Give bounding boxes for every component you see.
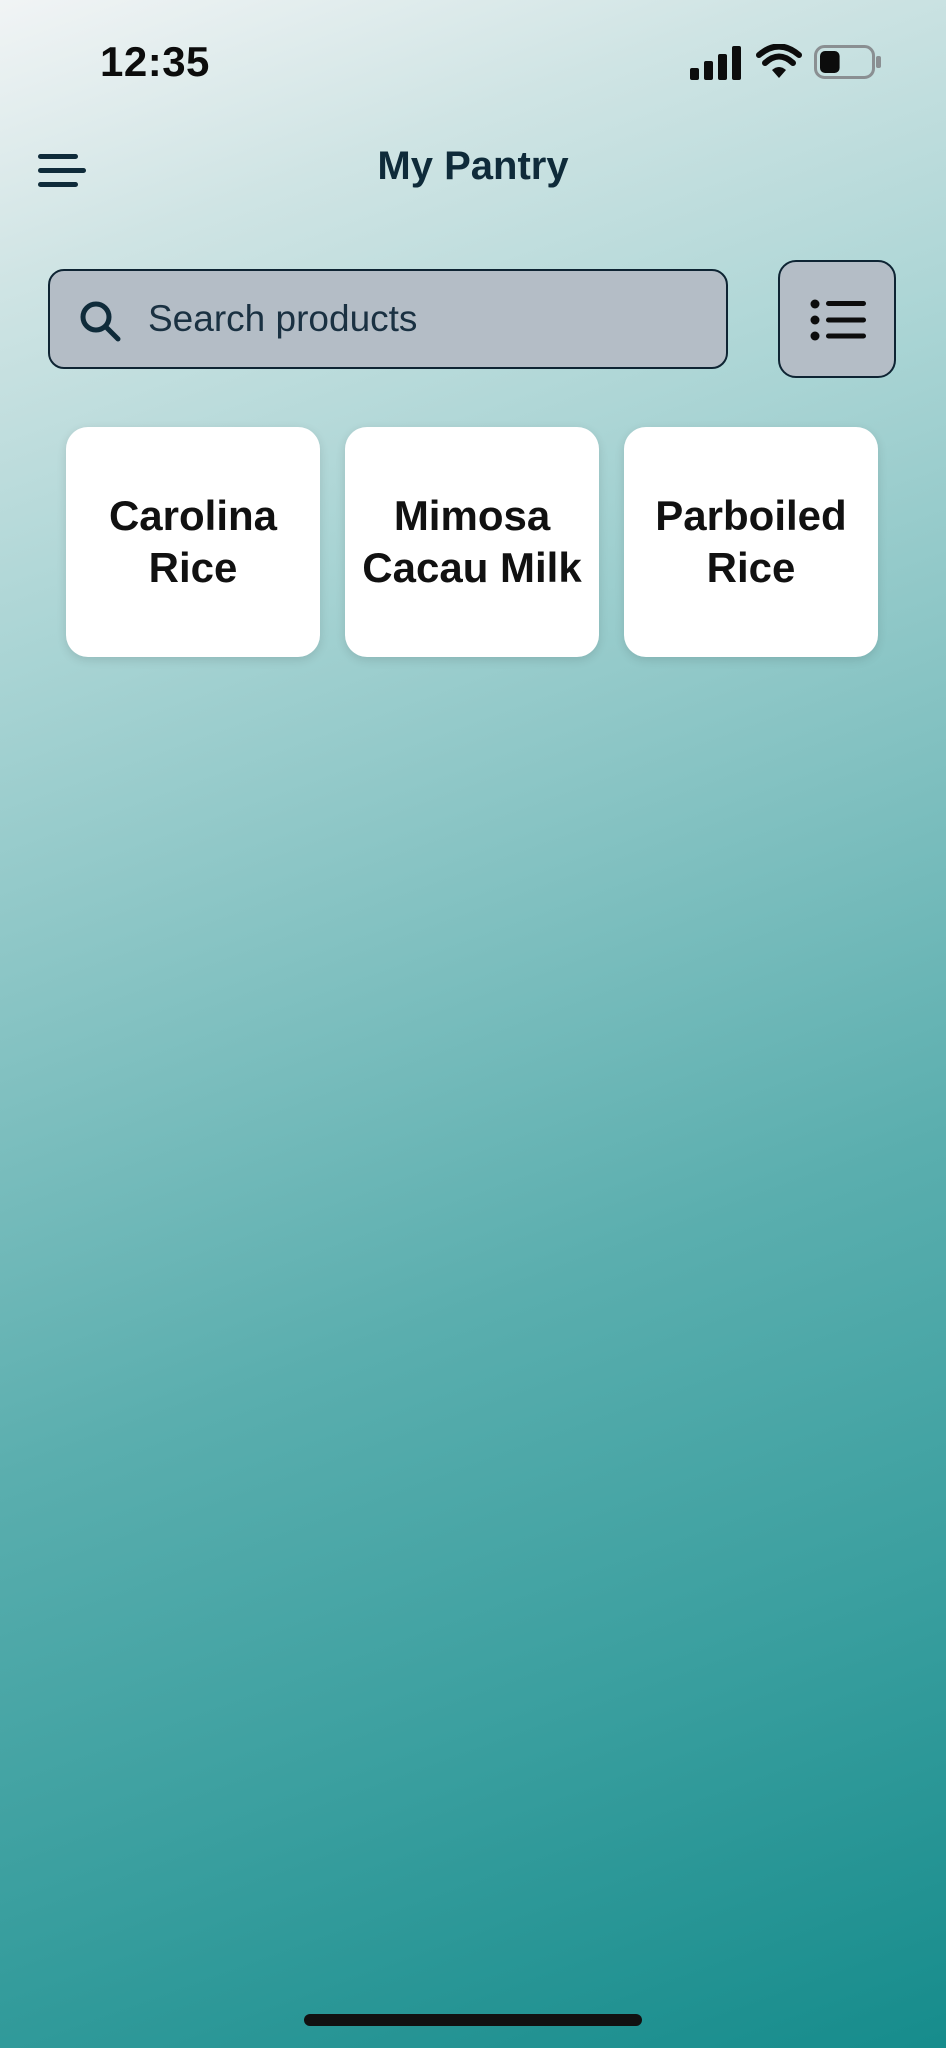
cellular-signal-icon [690, 46, 741, 80]
product-name: Mimosa Cacau Milk [362, 492, 582, 591]
battery-icon [814, 45, 881, 79]
product-grid: Carolina Rice Mimosa Cacau Milk Parboile… [66, 427, 880, 657]
home-indicator [304, 2014, 642, 2026]
product-name: Parboiled Rice [655, 492, 847, 591]
list-view-icon [810, 299, 866, 341]
search-input[interactable] [148, 271, 708, 367]
wifi-icon [756, 44, 802, 78]
search-bar[interactable] [48, 269, 728, 369]
list-view-toggle-button[interactable] [778, 260, 896, 378]
product-card[interactable]: Mimosa Cacau Milk [345, 427, 599, 657]
product-name: Carolina Rice [108, 492, 278, 591]
status-time: 12:35 [100, 38, 210, 85]
search-icon [80, 301, 121, 342]
app-header: My Pantry [0, 130, 946, 210]
status-bar: 12:35 [0, 0, 946, 110]
page-title: My Pantry [377, 144, 569, 188]
product-card[interactable]: Carolina Rice [66, 427, 320, 657]
product-card[interactable]: Parboiled Rice [624, 427, 878, 657]
